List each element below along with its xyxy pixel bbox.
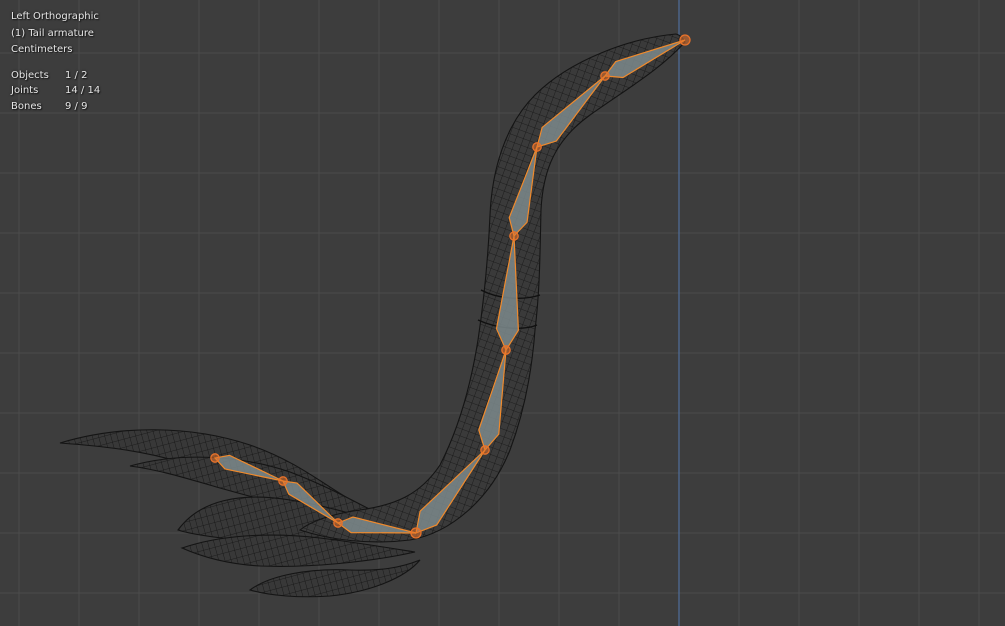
tail-body[interactable] — [298, 33, 686, 543]
stat-row-objects: Objects 1 / 2 — [11, 68, 100, 84]
view-name-label: Left Orthographic — [11, 11, 99, 22]
bone-joint[interactable] — [278, 476, 288, 486]
viewport-scene[interactable] — [0, 0, 1005, 626]
bone-joint[interactable] — [410, 527, 422, 539]
stat-value: 1 / 2 — [65, 69, 88, 81]
stat-row-bones: Bones 9 / 9 — [11, 99, 100, 115]
stat-value: 9 / 9 — [65, 100, 88, 112]
stat-row-joints: Joints 14 / 14 — [11, 83, 100, 99]
bone-joint[interactable] — [679, 34, 691, 46]
bone-joint[interactable] — [509, 231, 519, 241]
scene-statistics: Objects 1 / 2 Joints 14 / 14 Bones 9 / 9 — [11, 68, 100, 115]
bone-joint[interactable] — [532, 142, 542, 152]
tail-mesh[interactable] — [59, 33, 686, 598]
stat-label: Joints — [11, 85, 39, 96]
units-label: Centimeters — [11, 44, 73, 55]
bone-joint[interactable] — [210, 453, 220, 463]
active-object-label: (1) Tail armature — [11, 27, 94, 39]
bone-joint[interactable] — [333, 518, 343, 528]
viewport-info-overlay: Left Orthographic (1) Tail armature Cent… — [11, 9, 100, 114]
stat-label: Bones — [11, 100, 42, 112]
bone-joint[interactable] — [480, 445, 490, 455]
stat-label: Objects — [11, 69, 49, 81]
3d-viewport[interactable]: Left Orthographic (1) Tail armature Cent… — [0, 0, 1005, 626]
bone-joint[interactable] — [600, 71, 610, 81]
bone-joint[interactable] — [501, 345, 511, 355]
stat-value: 14 / 14 — [65, 85, 101, 96]
